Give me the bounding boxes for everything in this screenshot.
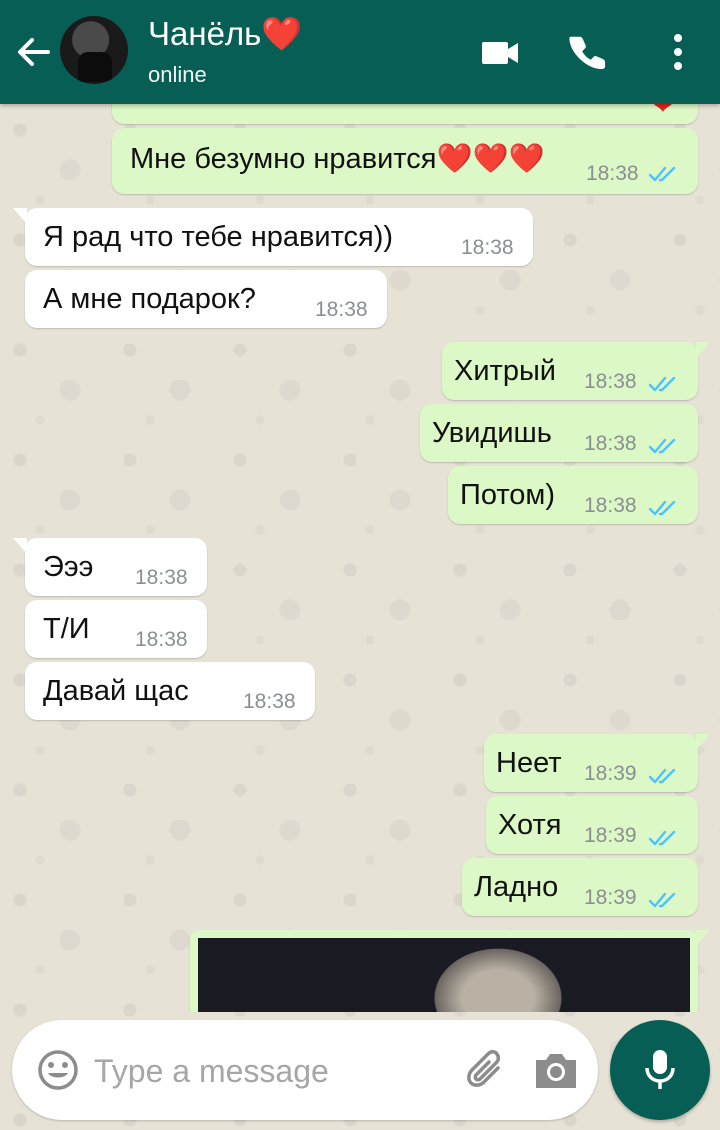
image-message[interactable] <box>190 930 710 1012</box>
message-text: Хотя <box>498 809 562 841</box>
message-time: 18:39 <box>584 886 637 909</box>
contact-status: online <box>148 62 207 87</box>
message-incoming[interactable]: Эээ 18:38 <box>13 538 207 596</box>
message-text: Неет <box>496 747 562 779</box>
camera-icon[interactable] <box>532 1048 580 1092</box>
message-text: Хитрый <box>454 355 556 387</box>
message-incoming[interactable]: Давай щас 18:38 <box>25 662 315 720</box>
double-check-icon <box>648 830 676 846</box>
double-check-icon <box>648 768 676 784</box>
paperclip-icon[interactable] <box>464 1048 510 1094</box>
message-incoming[interactable]: Я рад что тебе нравится)) 18:38 <box>13 208 533 266</box>
message-text: Т/И <box>43 613 90 645</box>
message-outgoing[interactable]: Потом) 18:38 <box>448 466 698 524</box>
message-input[interactable] <box>92 1044 436 1098</box>
message-text: Ладно <box>474 871 559 903</box>
message-composer <box>12 1020 598 1120</box>
message-text: Увидишь <box>432 417 552 449</box>
message-time: 18:38 <box>584 432 637 455</box>
double-check-icon <box>648 892 676 908</box>
video-camera-icon[interactable] <box>478 30 522 74</box>
message-incoming[interactable]: А мне подарок? 18:38 <box>25 270 387 328</box>
message-time: 18:38 <box>135 566 188 589</box>
double-check-icon <box>648 166 676 182</box>
microphone-icon <box>645 1050 675 1089</box>
message-time: 18:38 <box>584 370 637 393</box>
message-incoming[interactable]: Т/И 18:38 <box>25 600 207 658</box>
avatar[interactable] <box>60 16 128 84</box>
message-time: 18:39 <box>584 824 637 847</box>
back-arrow-icon[interactable] <box>12 30 56 74</box>
message-text: Потом) <box>460 479 556 511</box>
message-text: А мне подарок? <box>43 283 256 315</box>
message-outgoing[interactable]: Увидишь 18:38 <box>420 404 698 462</box>
message-time: 18:38 <box>586 162 639 185</box>
chat-header: Чанёль❤️ online <box>0 0 720 104</box>
message-time: 18:38 <box>315 298 368 321</box>
message-text: Давай щас <box>43 675 189 707</box>
message-time: 18:38 <box>243 690 296 713</box>
double-check-icon <box>648 376 676 392</box>
message-outgoing[interactable]: Ладно 18:39 <box>462 858 698 916</box>
message-time: 18:38 <box>584 494 637 517</box>
phone-icon[interactable] <box>566 30 610 74</box>
message-outgoing[interactable]: Хотя 18:39 <box>486 796 698 854</box>
contact-name[interactable]: Чанёль❤️ <box>148 14 302 54</box>
message-list[interactable]: ❤ Мне безумно нравится❤️❤️❤️ 18:38 Я рад… <box>0 0 720 1012</box>
message-text: Я рад что тебе нравится)) <box>43 221 394 253</box>
message-time: 18:39 <box>584 762 637 785</box>
image-thumbnail[interactable] <box>198 938 690 1012</box>
voice-record-button[interactable] <box>610 1020 710 1120</box>
message-outgoing[interactable]: Хитрый 18:38 <box>442 342 710 400</box>
message-time: 18:38 <box>461 236 514 259</box>
double-check-icon <box>648 438 676 454</box>
double-check-icon <box>648 500 676 516</box>
message-text: Мне безумно нравится❤️❤️❤️ <box>130 143 545 175</box>
message-time: 18:38 <box>135 628 188 651</box>
message-text: Эээ <box>43 551 94 583</box>
message-outgoing[interactable]: Неет 18:39 <box>484 734 710 792</box>
emoji-icon[interactable] <box>36 1048 80 1092</box>
message-outgoing[interactable]: Мне безумно нравится❤️❤️❤️ 18:38 <box>112 128 698 194</box>
more-vert-icon[interactable] <box>656 30 700 74</box>
